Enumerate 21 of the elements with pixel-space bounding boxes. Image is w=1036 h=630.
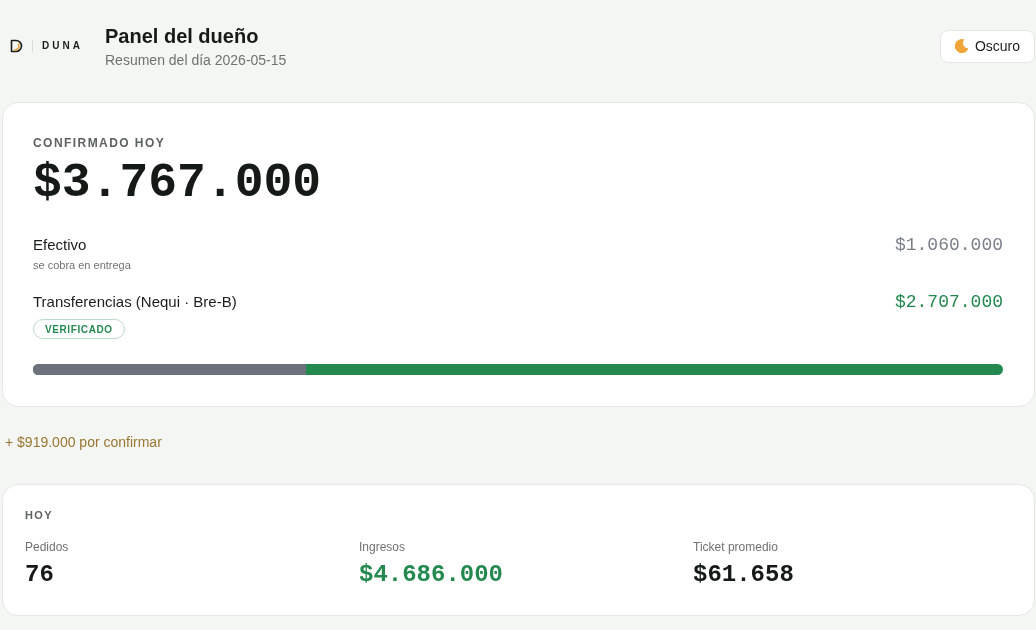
payment-method-name: Efectivo <box>33 235 87 255</box>
pending-amount-text: + $919.000 por confirmar <box>5 433 162 452</box>
section-label: HOY <box>25 508 53 522</box>
stat-label: Ticket promedio <box>693 539 778 555</box>
stat-label: Ingresos <box>359 539 406 555</box>
stat-value: 76 <box>25 561 54 589</box>
payment-amount: $1.060.000 <box>894 235 1003 255</box>
moon-icon <box>954 39 969 53</box>
page-subtitle: Resumen del día 2026-05-15 <box>105 50 287 70</box>
total-amount: $3.767.000 <box>33 159 322 207</box>
stat-value: $4.686.000 <box>359 561 504 589</box>
stat-value: $61.658 <box>693 561 794 589</box>
logo-mark-icon <box>10 39 23 53</box>
theme-toggle-button[interactable]: Oscuro <box>939 29 1035 63</box>
section-label: CONFIRMADO HOY <box>33 135 166 151</box>
brand-name: DUNA <box>42 41 83 51</box>
payment-method-note: se cobra en entrega <box>33 258 131 272</box>
page-title: Panel del dueño <box>105 23 259 49</box>
payment-amount: $2.707.000 <box>894 292 1003 312</box>
stat-label: Pedidos <box>25 539 69 555</box>
payment-method-name: Transferencias (Nequi · Bre-B) <box>33 292 237 312</box>
